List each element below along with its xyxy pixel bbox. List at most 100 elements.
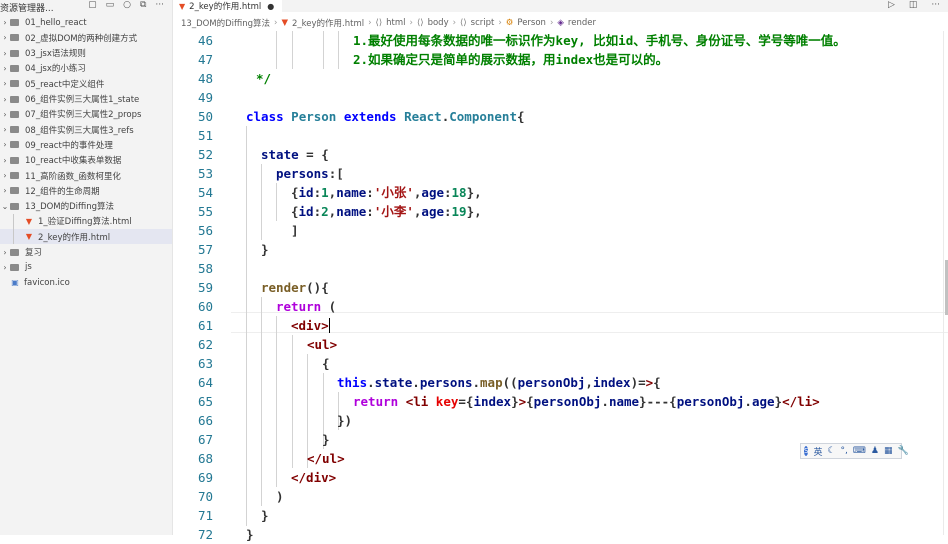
breadcrumb-body[interactable]: body: [428, 18, 449, 28]
vertical-scrollbar[interactable]: [944, 31, 948, 535]
wrench-icon[interactable]: 🔧: [898, 446, 909, 456]
tree-folder[interactable]: › 01_hello_react: [0, 15, 172, 30]
new-folder-icon[interactable]: ▭: [106, 0, 115, 10]
skin-icon[interactable]: ▦: [884, 446, 893, 456]
code-editor[interactable]: 46 1.最好使用每条数据的唯一标识作为key, 比如id、手机号、身份证号、学号…: [173, 31, 948, 542]
tree-folder[interactable]: › 12_组件的生命周期: [0, 183, 172, 198]
tree-folder[interactable]: › 10_react中收集表单数据: [0, 153, 172, 168]
tree-folder[interactable]: › 02_虚拟DOM的两种创建方式: [0, 30, 172, 45]
chevron-right-icon: ›: [3, 171, 7, 180]
breadcrumb-person[interactable]: Person: [517, 18, 546, 28]
split-editor-icon[interactable]: ◫: [909, 0, 918, 10]
code-text: 2.如果确定只是简单的展示数据，用index也是可以的。: [353, 52, 669, 67]
breadcrumb-folder[interactable]: 13_DOM的Diffing算法: [181, 17, 270, 29]
tree-file[interactable]: ▼ 1_验证Diffing算法.html: [0, 214, 172, 229]
code-line[interactable]: 53 persons:[: [173, 164, 948, 183]
tree-folder[interactable]: › 04_jsx的小练习: [0, 61, 172, 76]
user-icon[interactable]: ♟: [871, 446, 879, 456]
line-number: 66: [197, 413, 213, 428]
more-actions-icon[interactable]: ···: [155, 0, 164, 10]
code-line[interactable]: 54 {id:1,name:'小张',age:18},: [173, 183, 948, 202]
code-text: state = {: [261, 147, 329, 162]
chevron-right-icon: ›: [274, 17, 278, 28]
tree-folder[interactable]: › 07_组件实例三大属性2_props: [0, 107, 172, 122]
line-number: 67: [197, 432, 213, 447]
code-line[interactable]: 69 </div>: [173, 468, 948, 487]
tree-folder[interactable]: › js: [0, 260, 172, 275]
keyboard-icon[interactable]: ⌨: [853, 446, 866, 456]
tree-folder[interactable]: › 复习: [0, 245, 172, 260]
code-line[interactable]: 62 <ul>: [173, 335, 948, 354]
code-line[interactable]: 50 class Person extends React.Component{: [173, 107, 948, 126]
code-line[interactable]: 70): [173, 487, 948, 506]
run-icon[interactable]: ▷: [888, 0, 895, 10]
code-line[interactable]: 51: [173, 126, 948, 145]
code-line[interactable]: 65 return <li key={index}>{personObj.name…: [173, 392, 948, 411]
breadcrumb-html[interactable]: html: [386, 18, 405, 28]
class-icon: ⚙: [505, 17, 514, 28]
tree-folder[interactable]: › 05_react中定义组件: [0, 76, 172, 91]
new-file-icon[interactable]: ▢: [88, 0, 97, 10]
code-line[interactable]: 59 render(){: [173, 278, 948, 297]
tree-folder[interactable]: › 03_jsx语法规则: [0, 46, 172, 61]
code-line[interactable]: 56]: [173, 221, 948, 240]
element-icon: ⟨⟩: [460, 17, 467, 28]
line-number: 57: [197, 242, 213, 257]
ime-mode-label[interactable]: 英: [813, 445, 822, 458]
tree-folder[interactable]: › 08_组件实例三大属性3_refs: [0, 122, 172, 137]
element-icon: ⟨⟩: [375, 17, 383, 28]
folder-icon: [10, 80, 19, 88]
code-text: 1.最好使用每条数据的唯一标识作为key, 比如id、手机号、身份证号、学号等唯…: [353, 33, 846, 48]
code-line[interactable]: 60 return (: [173, 297, 948, 316]
code-text: }): [337, 413, 353, 428]
tree-file[interactable]: ▼ 2_key的作用.html: [0, 229, 172, 245]
punctuation-icon[interactable]: °,: [841, 446, 848, 456]
breadcrumb-script[interactable]: script: [471, 18, 495, 28]
code-text: return <li key={index}>{personObj.name}-…: [353, 394, 820, 409]
tree-item-label: 08_组件实例三大属性3_refs: [25, 125, 134, 136]
code-line[interactable]: 58: [173, 259, 948, 278]
tree-file[interactable]: ▣ favicon.ico: [0, 275, 172, 290]
moon-icon[interactable]: ☾: [827, 446, 835, 456]
image-file-icon: ▣: [11, 278, 19, 288]
html-file-icon: ▼: [179, 1, 186, 11]
tree-item-label: 07_组件实例三大属性2_props: [25, 110, 142, 121]
tree-folder[interactable]: › 09_react中的事件处理: [0, 137, 172, 152]
code-line[interactable]: 61 <div>: [173, 316, 948, 335]
tree-folder[interactable]: › 11_高阶函数_函数柯里化: [0, 168, 172, 183]
code-line[interactable]: 57}: [173, 240, 948, 259]
code-line[interactable]: 64 this.state.persons.map((personObj,inde…: [173, 373, 948, 392]
code-line[interactable]: 46 1.最好使用每条数据的唯一标识作为key, 比如id、手机号、身份证号、学号…: [173, 31, 948, 50]
code-line[interactable]: 49: [173, 88, 948, 107]
refresh-icon[interactable]: ○: [123, 0, 131, 10]
code-line[interactable]: 48 */: [173, 69, 948, 88]
code-line[interactable]: 47 2.如果确定只是简单的展示数据，用index也是可以的。: [173, 50, 948, 69]
collapse-all-icon[interactable]: ⧉: [140, 0, 146, 10]
unsaved-dot-icon[interactable]: ●: [267, 2, 274, 11]
folder-icon: [10, 172, 19, 179]
line-number: 69: [197, 470, 213, 485]
chevron-right-icon: ›: [409, 17, 413, 28]
ime-toolbar[interactable]: S 英 ☾ °, ⌨ ♟ ▦ 🔧: [800, 443, 909, 459]
tab-label: 2_key的作用.html: [189, 2, 262, 12]
tree-folder[interactable]: › 06_组件实例三大属性1_state: [0, 92, 172, 107]
code-text: }: [261, 242, 269, 257]
tree-folder[interactable]: ⌄ 13_DOM的Diffing算法: [0, 199, 172, 214]
folder-icon: [10, 19, 19, 26]
code-line[interactable]: 63 {: [173, 354, 948, 373]
breadcrumb-file[interactable]: 2_key的作用.html: [292, 17, 364, 29]
breadcrumb-render[interactable]: render: [568, 18, 596, 28]
line-number: 47: [197, 52, 213, 67]
code-line[interactable]: 66}): [173, 411, 948, 430]
tab-key-html[interactable]: ▼ 2_key的作用.html ●: [173, 0, 283, 12]
code-line[interactable]: 55 {id:2,name:'小李',age:19},: [173, 202, 948, 221]
more-actions-icon[interactable]: ···: [931, 0, 940, 10]
code-line[interactable]: 52 state = {: [173, 145, 948, 164]
html-file-icon: ▼: [25, 216, 33, 226]
code-text: }: [261, 508, 269, 523]
chevron-right-icon: ›: [3, 33, 7, 43]
line-number: 52: [197, 147, 213, 162]
folder-icon: [10, 49, 19, 57]
tree-item-label: 06_组件实例三大属性1_state: [25, 95, 140, 105]
code-line[interactable]: 71}: [173, 506, 948, 525]
